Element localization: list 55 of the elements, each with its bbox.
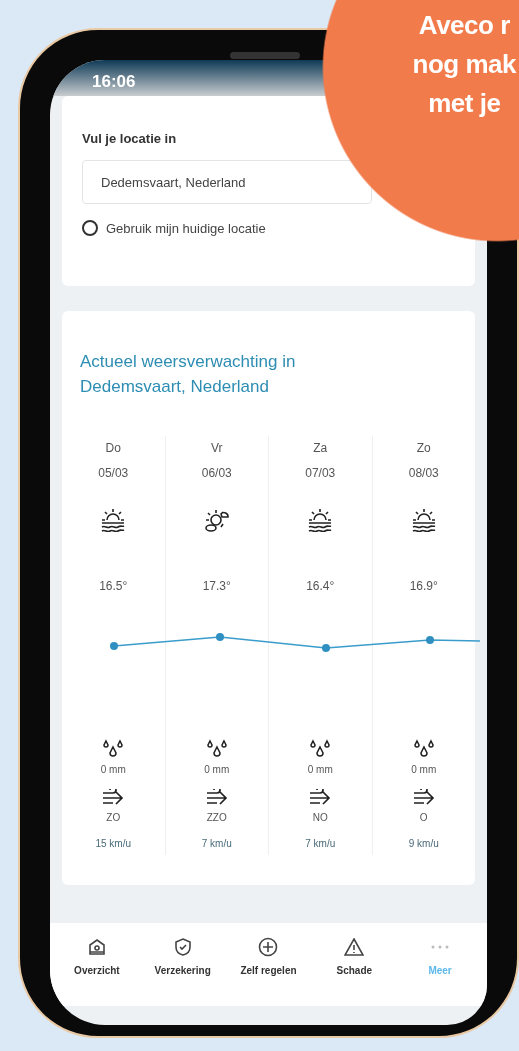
day-label: Vr [210, 440, 223, 457]
nav-tab[interactable]: Zelf regelen [225, 937, 312, 976]
sun-with-clouds-icon [203, 508, 230, 532]
shield-check-icon [173, 938, 192, 956]
wind-direction-label: NO [312, 811, 328, 825]
temperature-label: 16.5° [99, 578, 128, 595]
day-label: Do [105, 440, 121, 457]
more-dots-icon [431, 945, 450, 949]
raindrops-icon [205, 739, 228, 759]
wind-direction-label: ZZO [206, 811, 227, 825]
field-label: Vul je locatie in [82, 131, 178, 146]
date-label: 08/03 [408, 465, 439, 482]
wind-speed-label: 7 km/u [201, 837, 232, 851]
sun-over-waves-icon [410, 508, 437, 532]
radio-button[interactable] [82, 220, 98, 236]
promo-text: Aveco r [418, 9, 510, 42]
wind-direction-label: O [419, 811, 428, 825]
forecast-title: Actueel weersverwachting in Dedemsvaart, Nederland [80, 351, 297, 398]
promo-text: met je [428, 87, 501, 120]
nav-tab[interactable]: Overzicht [54, 937, 140, 976]
promo-text: nog mak [412, 48, 516, 81]
location-input-field[interactable]: Dedemsvaart, Nederland [82, 160, 372, 204]
sun-over-waves-icon [100, 508, 127, 532]
temperature-label: 16.4° [306, 578, 335, 595]
wind-icon [308, 789, 333, 807]
rain-label: 0 mm [204, 763, 230, 777]
raindrops-icon [412, 739, 435, 759]
rain-label: 0 mm [307, 763, 333, 777]
status-time: 16:06 [92, 72, 136, 91]
day-label: Za [313, 440, 328, 457]
plus-circle-icon [258, 937, 279, 957]
wind-speed-label: 15 km/u [95, 837, 132, 851]
raindrops-icon [309, 739, 332, 759]
sun-over-waves-icon [307, 508, 334, 532]
wind-icon [204, 789, 229, 807]
speaker-slot [230, 52, 300, 59]
nav-tab[interactable]: Verzekering [139, 937, 226, 976]
temperature-label: 17.3° [202, 578, 231, 595]
raindrops-icon [102, 739, 125, 759]
rain-label: 0 mm [100, 763, 126, 777]
wind-icon [101, 789, 126, 807]
date-label: 05/03 [98, 465, 129, 482]
nav-tab[interactable]: Schade [311, 937, 398, 976]
warning-icon [344, 938, 365, 956]
date-label: 06/03 [201, 465, 232, 482]
wind-icon [411, 789, 436, 807]
wind-speed-label: 7 km/u [305, 837, 336, 851]
temperature-label: 16.9° [409, 578, 438, 595]
day-label: Zo [416, 440, 431, 457]
wind-speed-label: 9 km/u [408, 837, 439, 851]
radio-label: Gebruik mijn huidige locatie [106, 220, 266, 236]
home-icon [87, 938, 106, 956]
date-label: 07/03 [305, 465, 336, 482]
wind-direction-label: ZO [106, 811, 121, 825]
rain-label: 0 mm [411, 763, 437, 777]
